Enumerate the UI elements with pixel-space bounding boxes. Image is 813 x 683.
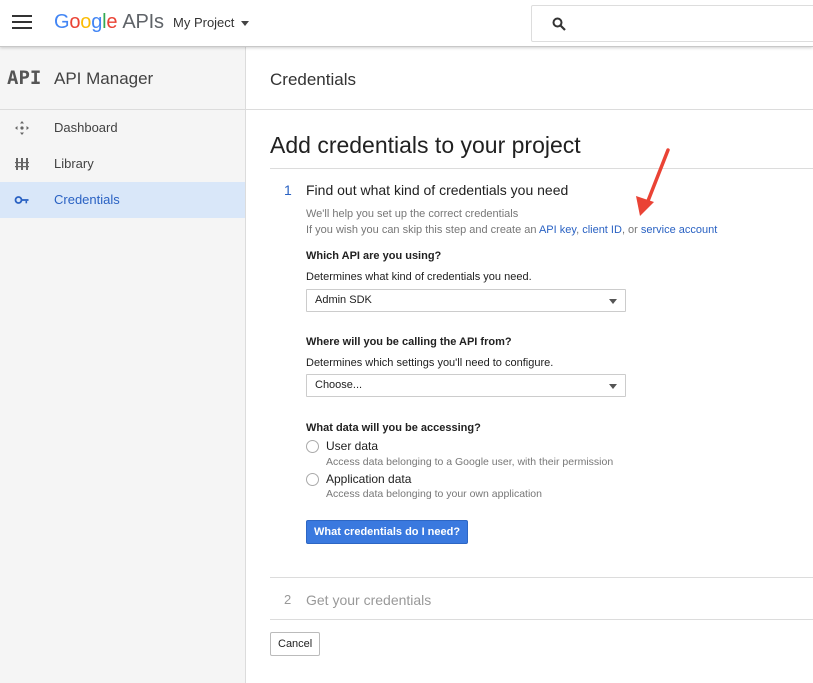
which-api-description: Determines what kind of credentials you … [306, 271, 532, 283]
step-title[interactable]: Get your credentials [306, 592, 431, 608]
user-data-description: Access data belonging to a Google user, … [326, 456, 614, 468]
client-id-link[interactable]: client ID [582, 224, 622, 236]
application-data-label: Application data [326, 472, 412, 486]
main-content: Credentials Add credentials to your proj… [246, 47, 813, 683]
project-name: My Project [173, 15, 235, 30]
divider [270, 577, 813, 578]
logo-letter: g [91, 11, 103, 33]
separator-text: , or [621, 224, 641, 236]
google-apis-logo[interactable]: Google APIs [54, 11, 164, 34]
chevron-down-icon [241, 21, 250, 27]
api-badge: API [7, 67, 42, 89]
calling-from-select[interactable]: Choose... [306, 374, 626, 397]
library-icon [15, 158, 29, 170]
user-data-radio[interactable] [306, 440, 319, 453]
data-access-question: What data will you be accessing? [306, 422, 481, 434]
sidebar-item-label: Library [54, 156, 94, 171]
application-data-description: Access data belonging to your own applic… [326, 488, 542, 500]
sidebar-item-library[interactable]: Library [0, 146, 245, 182]
logo-letter: G [54, 11, 70, 33]
api-select[interactable]: Admin SDK [306, 289, 626, 312]
sidebar-title: API Manager [54, 69, 154, 88]
service-account-link[interactable]: service account [641, 224, 717, 236]
step-number: 2 [284, 592, 292, 607]
logo-suffix: APIs [122, 11, 164, 33]
step-title: Find out what kind of credentials you ne… [306, 182, 569, 198]
main-header: Credentials [246, 47, 813, 110]
logo-letter: o [80, 11, 92, 33]
sidebar-header: API API Manager [0, 47, 245, 110]
sidebar: API API Manager Dashboard Library Creden… [0, 47, 246, 683]
key-icon [14, 196, 29, 204]
divider [270, 619, 813, 620]
helper-text: We'll help you set up the correct creden… [306, 208, 519, 220]
divider [270, 168, 813, 169]
page-header-title: Credentials [270, 70, 356, 89]
page-title: Add credentials to your project [270, 132, 581, 158]
sidebar-item-label: Dashboard [54, 120, 118, 135]
search-icon [552, 17, 566, 31]
chevron-down-icon [609, 384, 617, 389]
calling-from-description: Determines which settings you'll need to… [306, 357, 554, 369]
application-data-radio[interactable] [306, 473, 319, 486]
step-number: 1 [284, 182, 292, 198]
what-credentials-button[interactable]: What credentials do I need? [306, 520, 469, 544]
project-selector[interactable]: My Project [173, 15, 250, 30]
skip-step-text: If you wish you can skip this step and c… [306, 224, 717, 236]
menu-icon[interactable] [12, 15, 32, 31]
sidebar-item-label: Credentials [54, 192, 120, 207]
search-box[interactable] [531, 5, 813, 42]
sidebar-item-dashboard[interactable]: Dashboard [0, 110, 245, 146]
logo-letter: e [106, 11, 118, 33]
user-data-label: User data [326, 439, 379, 453]
cancel-button[interactable]: Cancel [270, 632, 321, 656]
chevron-down-icon [609, 299, 617, 304]
skip-step-prefix: If you wish you can skip this step and c… [306, 224, 539, 236]
sidebar-item-credentials[interactable]: Credentials [0, 182, 245, 218]
calling-from-select-value: Choose... [315, 379, 363, 391]
logo-letter: o [69, 11, 81, 33]
which-api-question: Which API are you using? [306, 250, 442, 262]
annotation-arrow-icon [636, 148, 670, 216]
api-key-link[interactable]: API key [539, 224, 576, 236]
api-select-value: Admin SDK [315, 294, 372, 306]
dashboard-icon [15, 121, 29, 135]
top-bar: Google APIs My Project [0, 0, 813, 47]
calling-from-question: Where will you be calling the API from? [306, 336, 512, 348]
